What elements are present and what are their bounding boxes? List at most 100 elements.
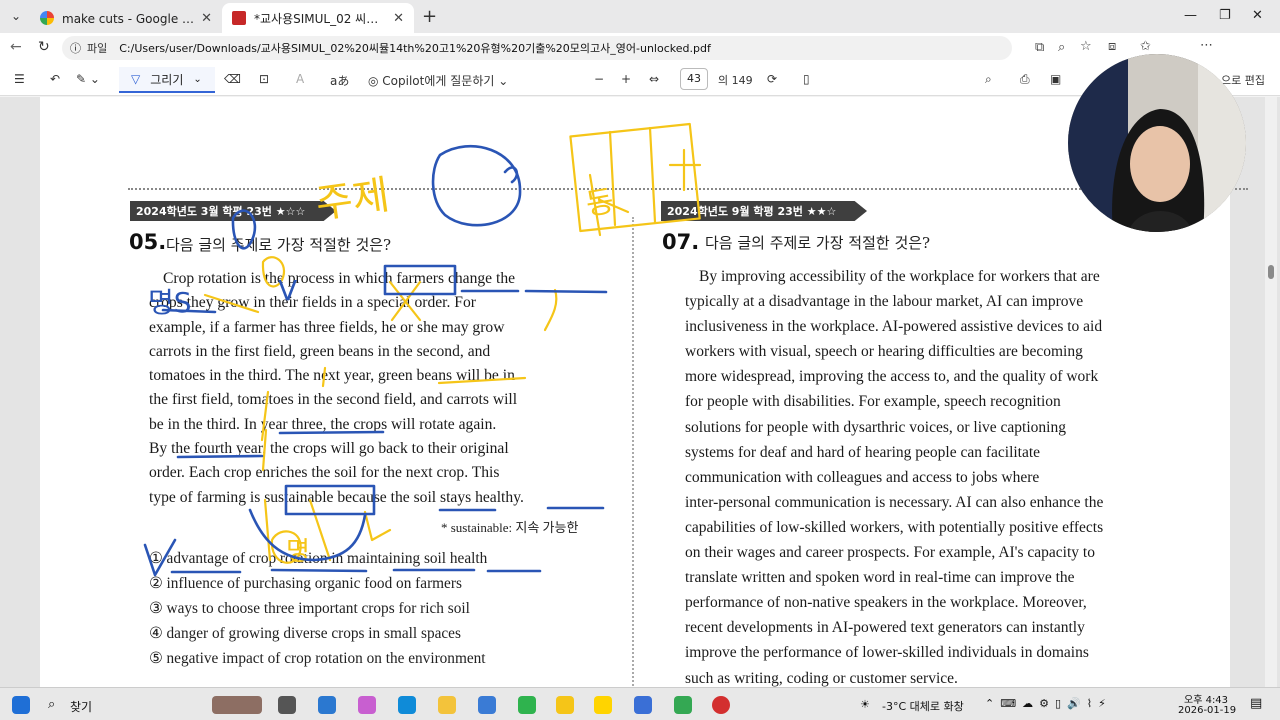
copilot-small-icon: ◎ — [368, 74, 383, 88]
passage-line: such as writing, coding or customer serv… — [685, 669, 958, 687]
more-icon[interactable]: ⋯ — [1200, 38, 1213, 53]
url-field[interactable]: ⓘ 파일 C:/Users/user/Downloads/교사용SIMUL_02… — [62, 36, 1012, 60]
passage-line: carrots in the first field, green beans … — [149, 342, 491, 360]
passage-line: performance of non-native speakers in th… — [685, 594, 1087, 612]
address-bar-row: ← ↻ ⓘ 파일 C:/Users/user/Downloads/교사용SIMU… — [0, 33, 1280, 89]
passage-line: crops they grow in their fields in a spe… — [149, 294, 476, 312]
passage-line: improve the performance of lower-skilled… — [685, 644, 1089, 662]
url-text: C:/Users/user/Downloads/교사용SIMUL_02%20씨뮬… — [119, 42, 711, 55]
source-badge: 2024학년도 9월 학평 23번 ★★☆ — [661, 201, 867, 221]
answer-option: ⑤ negative impact of crop rotation on th… — [149, 650, 486, 667]
contents-icon[interactable]: ☰ — [14, 72, 25, 86]
maximize-icon[interactable]: ❐ — [1219, 8, 1231, 23]
start-icon[interactable] — [12, 696, 30, 714]
draw-button[interactable]: ▽ 그리기 ⌄ — [119, 67, 215, 93]
answer-option: ④ danger of growing diverse crops in sma… — [149, 625, 461, 642]
search-icon[interactable]: ⌕ — [48, 697, 55, 712]
answer-option: ② influence of purchasing organic food o… — [149, 575, 462, 592]
whiteboard-icon[interactable] — [634, 696, 652, 714]
passage: Crop rotation is the process in which fa… — [149, 267, 605, 510]
scroll-thumb[interactable] — [1268, 265, 1274, 279]
highlight-icon[interactable]: ✎ ⌄ — [76, 72, 100, 86]
rotate-icon[interactable]: ⟳ — [767, 72, 777, 86]
tab-google-search[interactable]: make cuts - Google 검색 ✕ — [30, 3, 222, 33]
extensions-icon[interactable]: ⧈ — [1108, 39, 1116, 54]
minimize-icon[interactable]: — — [1184, 8, 1197, 23]
passage-line: more widespread, improving the access to… — [685, 368, 1099, 386]
weather-icon: ☀ — [860, 698, 870, 711]
google-icon — [40, 11, 54, 25]
zoom-icon[interactable]: ⌕ — [1058, 40, 1065, 55]
taskbar: ⌕ 찾기 ☀ -3°C 대체로 화창 ⌃⌨☁⚙▯🔊⌇⚡ 오후 4:43 2026… — [0, 687, 1280, 720]
close-icon[interactable]: ✕ — [201, 11, 212, 26]
page-view-icon[interactable]: ▯ — [803, 72, 810, 86]
page-number-input[interactable]: 43 — [680, 68, 708, 90]
store-icon[interactable] — [318, 696, 336, 714]
page-total: 의 149 — [718, 74, 753, 87]
reader-icon[interactable]: ⧉ — [1035, 40, 1044, 55]
clock-time[interactable]: 오후 4:43 — [1184, 691, 1228, 706]
text-box-icon[interactable]: ⊡ — [259, 72, 269, 86]
copilot-app-icon[interactable] — [358, 696, 376, 714]
chrome-icon[interactable] — [674, 696, 692, 714]
system-tray-icons[interactable]: ⌃⌨☁⚙▯🔊⌇⚡ — [985, 697, 1112, 710]
window-close-icon[interactable]: ✕ — [1252, 8, 1263, 23]
presenter-image — [1068, 54, 1246, 232]
column-divider — [632, 217, 634, 687]
copilot-button[interactable]: ◎ Copilot에게 질문하기 ⌄ — [368, 72, 508, 89]
tab-pdf[interactable]: *교사용SIMUL_02 씨뮬14th 고1 유 ✕ — [222, 3, 414, 33]
sticky-notes-icon[interactable] — [556, 696, 574, 714]
favorites-icon[interactable]: ✩ — [1140, 39, 1151, 54]
read-aloud-button[interactable]: aあ — [330, 72, 349, 89]
passage-line: workers with visual, speech or hearing d… — [685, 343, 1083, 361]
passage-line: tomatoes in the third. The next year, gr… — [149, 367, 515, 385]
question-number: 05. — [129, 230, 167, 254]
fit-icon[interactable]: ⇔ — [649, 72, 659, 86]
zoom-in-icon[interactable]: + — [621, 72, 631, 86]
copilot-label: Copilot에게 질문하기 — [382, 74, 495, 88]
passage-line: inter-personal communication is necessar… — [685, 493, 1104, 511]
edit-with-label[interactable]: 으로 편집 — [1221, 72, 1265, 88]
passage: By improving accessibility of the workpl… — [685, 264, 1134, 687]
answer-option: ① advantage of crop rotation in maintain… — [149, 550, 488, 567]
tab-bar: ⌄ make cuts - Google 검색 ✕ *교사용SIMUL_02 씨… — [0, 0, 1280, 33]
passage-line: By improving accessibility of the workpl… — [699, 268, 1100, 285]
passage-line: inclusiveness in the workplace. AI-power… — [685, 318, 1103, 336]
clock-date[interactable]: 2026-01-19 — [1178, 705, 1236, 716]
passage-line: typically at a disadvantage in the labou… — [685, 293, 1084, 311]
passage-line: solutions for people with dysarthric voi… — [685, 418, 1066, 436]
back-icon[interactable]: ← — [10, 39, 22, 55]
passage-line: order. Each crop enriches the soil for t… — [149, 464, 500, 482]
task-view-icon[interactable] — [278, 696, 296, 714]
tab-title: make cuts - Google 검색 — [62, 11, 196, 26]
search-highlight-icon[interactable] — [212, 696, 262, 714]
record-icon[interactable] — [712, 696, 730, 714]
search-icon[interactable]: ⌕ — [985, 72, 992, 87]
passage-line: translate written and spoken word in rea… — [685, 569, 1075, 587]
edge-icon[interactable] — [398, 696, 416, 714]
eraser-icon[interactable]: ⌫ — [224, 72, 241, 86]
taskbar-search-label[interactable]: 찾기 — [70, 698, 92, 715]
favorite-icon[interactable]: ☆ — [1080, 39, 1092, 54]
tab-actions-icon[interactable]: ⌄ — [6, 6, 26, 26]
reload-icon[interactable]: ↻ — [38, 39, 50, 55]
scrollbar[interactable] — [1265, 97, 1277, 687]
scheme-label: 파일 — [87, 42, 108, 55]
kakaotalk-icon[interactable] — [594, 696, 612, 714]
close-icon[interactable]: ✕ — [393, 11, 404, 26]
chevron-down-icon: ⌄ — [494, 74, 509, 88]
print-icon[interactable]: ⎙ — [1020, 72, 1030, 87]
mail-icon[interactable] — [478, 696, 496, 714]
new-tab-icon[interactable]: + — [422, 6, 437, 27]
weather-label[interactable]: -3°C 대체로 화창 — [882, 698, 964, 714]
webcam-overlay — [1068, 54, 1246, 232]
zoom-out-icon[interactable]: − — [594, 72, 604, 86]
passage-line: By the fourth year, the crops will go ba… — [149, 440, 509, 458]
app-icon[interactable] — [518, 696, 536, 714]
file-explorer-icon[interactable] — [438, 696, 456, 714]
save-icon[interactable]: ▣ — [1050, 72, 1061, 86]
notification-icon[interactable]: ▤ — [1250, 696, 1262, 711]
text-format-icon[interactable]: A — [296, 72, 304, 86]
undo-icon[interactable]: ↶ — [50, 72, 60, 86]
passage-line: on their wages and career prospects. For… — [685, 544, 1095, 562]
